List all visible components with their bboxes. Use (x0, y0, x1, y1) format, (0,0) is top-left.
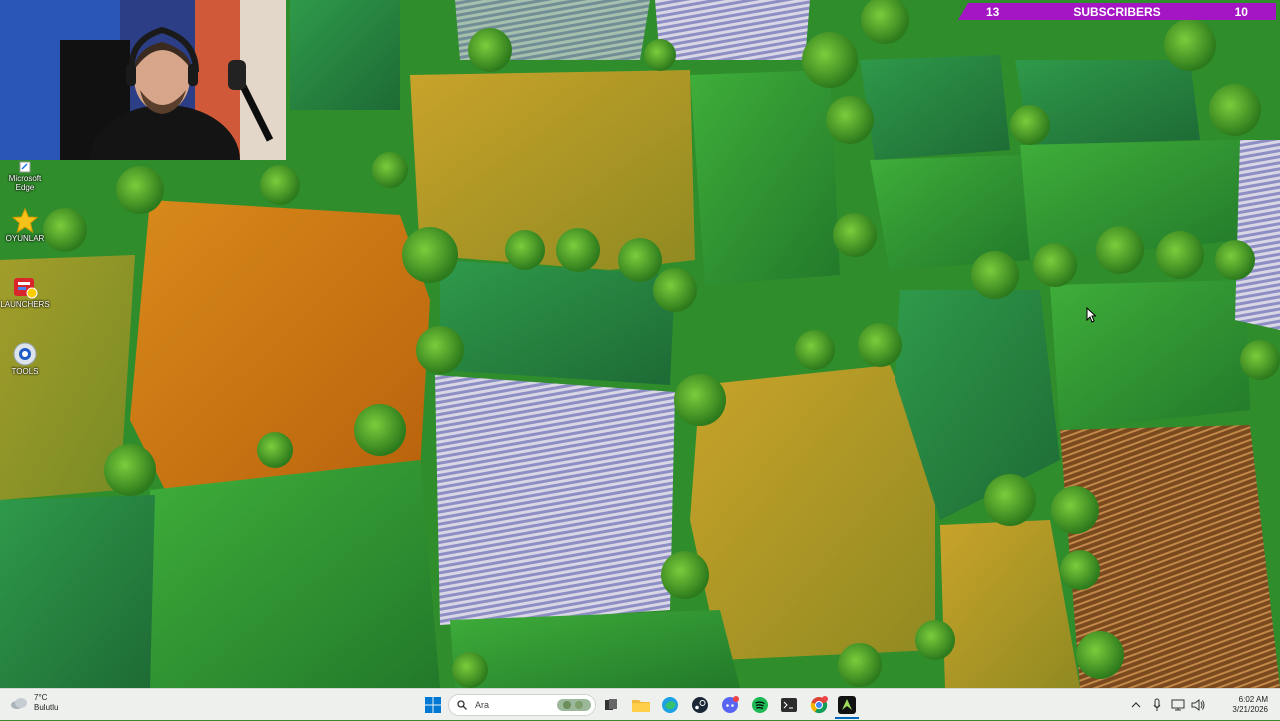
desktop-icon-label: TOOLS (11, 367, 39, 376)
clock-date: 3/21/2026 (1232, 705, 1268, 714)
terminal-icon (781, 698, 797, 712)
search-highlight-icon (557, 699, 591, 711)
taskbar-steam[interactable] (688, 693, 712, 717)
chrome-icon (810, 696, 828, 714)
clock-time: 6:02 AM (1238, 695, 1268, 704)
desktop-icon-label: Microsoft Edge (8, 174, 42, 192)
webcam-video (0, 0, 286, 160)
weather-condition: Bulutlu (34, 703, 59, 712)
taskbar-clock[interactable]: 6:02 AM 3/21/2026 (1208, 695, 1280, 715)
taskbar: 7°C Bulutlu Ara 6:02 AM 3/21/2026 (0, 688, 1280, 720)
desktop-icon-tools[interactable]: TOOLS (2, 341, 48, 376)
desktop-icon-edge[interactable]: Microsoft Edge (2, 160, 48, 192)
desktop-icon-label: OYUNLAR (5, 234, 45, 243)
discord-icon (722, 696, 739, 713)
webcam-overlay (0, 0, 286, 160)
taskbar-terminal[interactable] (777, 693, 801, 717)
task-view-icon (605, 699, 617, 710)
subscriber-count: 13 (986, 4, 1000, 19)
taskbar-edge[interactable] (658, 693, 682, 717)
system-tray: 6:02 AM 3/21/2026 (1126, 689, 1280, 721)
spotify-icon (752, 697, 768, 713)
desktop-icon-label: LAUNCHERS (0, 300, 50, 309)
steam-icon (692, 697, 708, 713)
taskbar-obs[interactable] (835, 693, 859, 719)
star-folder-icon (12, 208, 38, 234)
weather-temp: 7°C (34, 693, 48, 702)
mouse-cursor-icon (1086, 307, 1096, 323)
network-icon (1171, 699, 1185, 711)
edge-icon (662, 697, 678, 713)
tray-network[interactable] (1168, 693, 1188, 717)
tray-microphone[interactable] (1146, 693, 1168, 717)
search-placeholder: Ara (475, 700, 490, 710)
weather-widget[interactable]: 7°C Bulutlu (10, 693, 58, 713)
tray-overflow-button[interactable] (1126, 693, 1146, 717)
taskbar-chrome[interactable] (807, 693, 831, 717)
taskbar-spotify[interactable] (748, 693, 772, 717)
cloud-icon (11, 698, 27, 709)
taskbar-discord[interactable] (718, 693, 742, 717)
launchers-icon (12, 274, 38, 300)
volume-icon (1191, 699, 1205, 711)
subscriber-goal: 10 (1234, 4, 1248, 19)
task-view-button[interactable] (599, 693, 623, 717)
file-explorer-icon (632, 700, 650, 712)
start-icon (425, 697, 441, 713)
tray-volume[interactable] (1188, 693, 1208, 717)
subscriber-label: SUBSCRIBERS (1073, 4, 1161, 19)
tools-icon (12, 341, 38, 367)
start-button[interactable] (421, 693, 445, 717)
desktop-icon-launchers[interactable]: LAUNCHERS (0, 274, 50, 309)
edge-icon (12, 160, 38, 174)
subscriber-goal-banner: 13 SUBSCRIBERS 10 (958, 3, 1276, 20)
microphone-icon (1153, 698, 1161, 711)
taskbar-search[interactable]: Ara (448, 694, 596, 716)
taskbar-file-explorer[interactable] (629, 693, 653, 717)
desktop-icon-oyunlar[interactable]: OYUNLAR (2, 208, 48, 243)
chevron-up-icon (1131, 702, 1141, 708)
obs-icon (838, 696, 856, 714)
search-icon (457, 700, 467, 710)
